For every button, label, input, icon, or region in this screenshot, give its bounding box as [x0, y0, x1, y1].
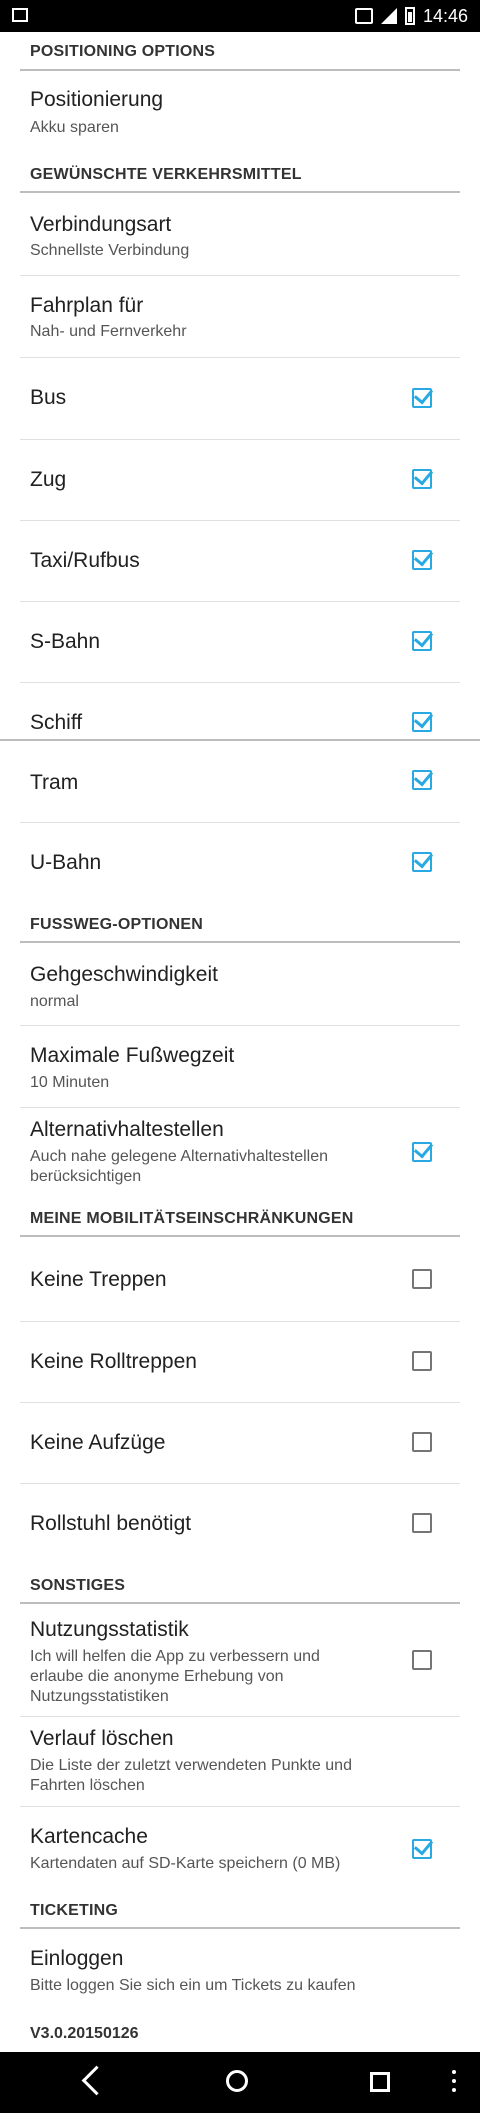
pref-positionierung[interactable]: Positionierung Akku sparen	[20, 72, 460, 144]
pref-title: Keine Aufzüge	[30, 1431, 166, 1454]
image-notification-icon	[12, 8, 28, 22]
pref-title: Nutzungsstatistik	[30, 1618, 189, 1641]
status-time: 14:46	[422, 5, 468, 26]
pref-verbindungsart[interactable]: Verbindungsart Schnellste Verbindung	[20, 193, 460, 275]
home-icon[interactable]	[226, 2070, 248, 2092]
pref-subtitle: Die Liste der zuletzt verwendeten Punkte…	[30, 1757, 352, 1794]
overflow-menu-icon[interactable]	[452, 2070, 456, 2097]
status-bar: 14:46	[0, 0, 480, 32]
section-header-misc: SONSTIGES	[30, 1577, 126, 1594]
pref-title: Schiff	[30, 711, 83, 734]
section-header-walking: FUSSWEG-OPTIONEN	[30, 916, 203, 933]
pref-keine-rolltreppen[interactable]: Keine Rolltreppen	[20, 1322, 460, 1403]
pref-title: Taxi/Rufbus	[30, 549, 140, 572]
keine-treppen-checkbox[interactable]	[412, 1269, 432, 1289]
pref-subtitle: Akku sparen	[30, 119, 119, 136]
pref-title: Keine Rolltreppen	[30, 1350, 197, 1373]
pref-einloggen[interactable]: Einloggen Bitte loggen Sie sich ein um T…	[20, 1929, 460, 2009]
pref-title: Bus	[30, 386, 67, 409]
pref-title: Zug	[30, 468, 67, 491]
kartencache-checkbox[interactable]	[412, 1839, 432, 1859]
pref-subtitle: Bitte loggen Sie sich ein um Tickets zu …	[30, 1977, 356, 1994]
pref-title: Einloggen	[30, 1947, 124, 1970]
pref-bus[interactable]: Bus	[20, 358, 460, 439]
pref-title: Keine Treppen	[30, 1268, 167, 1291]
pref-subtitle: Nah- und Fernverkehr	[30, 323, 187, 340]
pref-title: Tram	[30, 771, 79, 794]
pref-rollstuhl[interactable]: Rollstuhl benötigt	[20, 1484, 460, 1565]
pref-gehgeschwindigkeit[interactable]: Gehgeschwindigkeit normal	[20, 943, 460, 1025]
keine-rolltreppen-checkbox[interactable]	[412, 1351, 432, 1371]
pref-subtitle: Kartendaten auf SD-Karte speichern (0 MB…	[30, 1855, 341, 1872]
pref-taxi[interactable]: Taxi/Rufbus	[20, 521, 460, 602]
zug-checkbox[interactable]	[412, 469, 432, 489]
bus-checkbox[interactable]	[412, 388, 432, 408]
alternativhaltestellen-checkbox[interactable]	[412, 1142, 432, 1162]
battery-icon	[404, 7, 415, 25]
pref-fusswegzeit[interactable]: Maximale Fußwegzeit 10 Minuten	[20, 1026, 460, 1107]
pref-fahrplan[interactable]: Fahrplan für Nah- und Fernverkehr	[20, 276, 460, 357]
pref-subtitle: Ich will helfen die App zu verbessern un…	[30, 1648, 320, 1705]
pref-title: Alternativhaltestellen	[30, 1118, 224, 1141]
pref-title: Positionierung	[30, 88, 164, 111]
sbahn-checkbox[interactable]	[412, 631, 432, 651]
section-header-ticketing: TICKETING	[30, 1902, 119, 1919]
section-divider	[20, 69, 460, 71]
pref-verlauf-loeschen[interactable]: Verlauf löschen Die Liste der zuletzt ve…	[20, 1717, 460, 1806]
pref-kartencache[interactable]: Kartencache Kartendaten auf SD-Karte spe…	[20, 1807, 460, 1887]
pref-title: U-Bahn	[30, 851, 102, 874]
vibrate-icon	[354, 8, 373, 24]
pref-alternativhaltestellen[interactable]: Alternativhaltestellen Auch nahe gelegen…	[20, 1108, 460, 1192]
pref-title: Maximale Fußwegzeit	[30, 1044, 235, 1067]
pref-subtitle: normal	[30, 993, 79, 1010]
pref-title: Fahrplan für	[30, 294, 144, 317]
taxi-checkbox[interactable]	[412, 550, 432, 570]
signal-icon	[380, 8, 397, 24]
pref-title: Verbindungsart	[30, 213, 172, 236]
ubahn-checkbox[interactable]	[412, 852, 432, 872]
tram-checkbox[interactable]	[412, 770, 432, 790]
pref-schiff[interactable]: Schiff	[20, 683, 460, 740]
pref-title: Kartencache	[30, 1825, 148, 1848]
pref-title: S-Bahn	[30, 630, 101, 653]
navigation-bar	[0, 2052, 480, 2113]
pref-title: Verlauf löschen	[30, 1727, 174, 1750]
pref-keine-treppen[interactable]: Keine Treppen	[20, 1237, 460, 1321]
pref-title: Gehgeschwindigkeit	[30, 963, 218, 986]
back-icon[interactable]	[81, 2065, 112, 2096]
pref-ubahn[interactable]: U-Bahn	[20, 823, 460, 904]
pref-nutzungsstatistik[interactable]: Nutzungsstatistik Ich will helfen die Ap…	[20, 1604, 460, 1716]
pref-subtitle: Schnellste Verbindung	[30, 242, 190, 259]
recents-icon[interactable]	[370, 2072, 390, 2092]
section-header-positioning: POSITIONING OPTIONS	[30, 43, 216, 60]
pref-subtitle: 10 Minuten	[30, 1074, 110, 1091]
status-icons: 14:46	[354, 0, 468, 32]
app-version: V3.0.20150126	[30, 2025, 139, 2042]
keine-aufzuege-checkbox[interactable]	[412, 1432, 432, 1452]
pref-keine-aufzuege[interactable]: Keine Aufzüge	[20, 1403, 460, 1484]
pref-zug[interactable]: Zug	[20, 440, 460, 521]
pref-sbahn[interactable]: S-Bahn	[20, 602, 460, 683]
pref-subtitle: Auch nahe gelegene Alternativhaltestelle…	[30, 1148, 328, 1185]
schiff-checkbox[interactable]	[412, 712, 432, 732]
pref-title: Rollstuhl benötigt	[30, 1512, 192, 1535]
section-header-mobility: MEINE MOBILITÄTSEINSCHRÄNKUNGEN	[30, 1210, 354, 1227]
section-header-transport: GEWÜNSCHTE VERKEHRSMITTEL	[30, 166, 302, 183]
nutzungsstatistik-checkbox[interactable]	[412, 1650, 432, 1670]
pref-tram[interactable]: Tram	[20, 741, 460, 821]
rollstuhl-checkbox[interactable]	[412, 1513, 432, 1533]
